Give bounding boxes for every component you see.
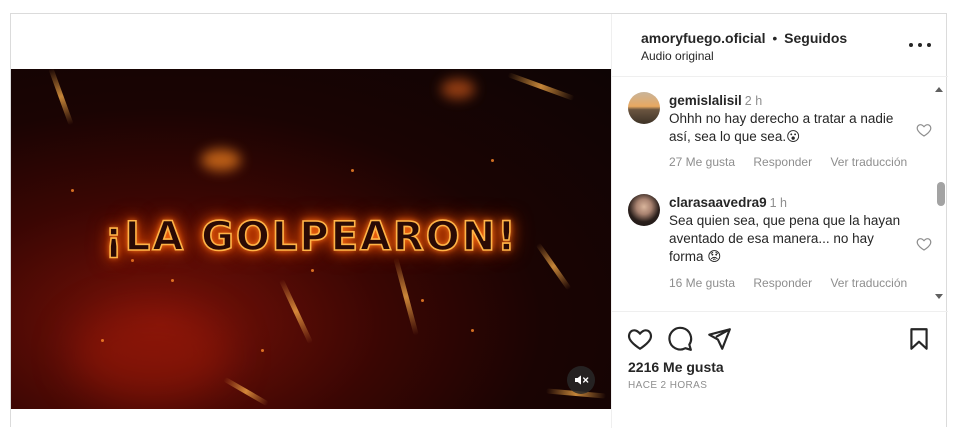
audio-link[interactable]: Audio original <box>641 49 714 63</box>
reply-button[interactable]: Responder <box>753 155 812 169</box>
scroll-up-arrow[interactable] <box>935 87 943 92</box>
spark <box>101 339 104 342</box>
spark <box>261 349 264 352</box>
ember-streak <box>393 257 419 336</box>
comment-meta: 16 Me gusta Responder Ver traducción <box>669 276 922 290</box>
ember-streak <box>48 69 74 126</box>
comment-icon[interactable] <box>667 326 693 352</box>
post-actions: 2216 Me gusta HACE 2 HORAS <box>612 311 948 428</box>
post-timestamp: HACE 2 HORAS <box>628 380 708 391</box>
post-sidebar: amoryfuego.oficial • Seguidos Audio orig… <box>611 14 948 428</box>
ember-streak <box>223 376 269 407</box>
following-button[interactable]: Seguidos <box>784 30 847 46</box>
heart-icon[interactable] <box>627 326 653 352</box>
scroll-thumb[interactable] <box>937 182 945 206</box>
video-headline: ¡LA GOLPEARON! <box>104 213 518 261</box>
owner-line: amoryfuego.oficial • Seguidos <box>641 30 847 46</box>
mute-button[interactable] <box>567 366 595 394</box>
media-area: ¡LA GOLPEARON! <box>11 14 611 428</box>
owner-username[interactable]: amoryfuego.oficial <box>641 30 765 46</box>
spark <box>311 269 314 272</box>
reply-button[interactable]: Responder <box>753 276 812 290</box>
comment-text: Ohhh no hay derecho a tratar a nadie así… <box>669 111 894 144</box>
more-options-icon[interactable] <box>909 38 931 52</box>
spark <box>421 299 424 302</box>
bookmark-icon[interactable] <box>906 326 932 352</box>
avatar[interactable] <box>628 194 660 226</box>
ember-streak <box>278 278 314 345</box>
post-dialog: ¡LA GOLPEARON! amoryfuego.oficial • Segu… <box>10 13 948 428</box>
comment-username[interactable]: gemislalisil <box>669 93 742 108</box>
dot <box>909 43 913 47</box>
comment-body: clarasaavedra9 1 h Sea quien sea, que pen… <box>669 194 909 266</box>
comment-likes[interactable]: 27 Me gusta <box>669 155 735 169</box>
ember-glow <box>201 149 241 171</box>
comment-likes[interactable]: 16 Me gusta <box>669 276 735 290</box>
spark <box>351 169 354 172</box>
comments-scrollbar[interactable] <box>931 78 948 310</box>
heart-icon[interactable] <box>916 122 932 138</box>
post-header: amoryfuego.oficial • Seguidos Audio orig… <box>612 14 948 77</box>
comment-meta: 27 Me gusta Responder Ver traducción <box>669 155 922 169</box>
translate-button[interactable]: Ver traducción <box>830 155 907 169</box>
comment-time: 1 h <box>769 196 787 210</box>
share-icon[interactable] <box>706 326 732 352</box>
separator-dot: • <box>772 30 778 46</box>
ember-glow <box>441 79 475 99</box>
translate-button[interactable]: Ver traducción <box>830 276 907 290</box>
speaker-muted-icon <box>575 375 589 385</box>
likes-count[interactable]: 2216 Me gusta <box>628 359 724 375</box>
heart-icon[interactable] <box>916 236 932 252</box>
spark <box>491 159 494 162</box>
avatar[interactable] <box>628 92 660 124</box>
comment-body: gemislalisil 2 h Ohhh no hay derecho a tr… <box>669 92 909 146</box>
dot <box>927 43 931 47</box>
comment-username[interactable]: clarasaavedra9 <box>669 195 767 210</box>
spark <box>171 279 174 282</box>
comment-text: Sea quien sea, que pena que la hayan ave… <box>669 213 901 264</box>
scroll-down-arrow[interactable] <box>935 294 943 299</box>
spark <box>71 189 74 192</box>
spark <box>471 329 474 332</box>
dot <box>918 43 922 47</box>
comments-list: gemislalisil 2 h Ohhh no hay derecho a tr… <box>612 78 948 310</box>
comment-time: 2 h <box>744 94 763 108</box>
video-player[interactable]: ¡LA GOLPEARON! <box>11 69 611 409</box>
ember-glow <box>71 309 231 399</box>
ember-streak <box>507 72 575 101</box>
